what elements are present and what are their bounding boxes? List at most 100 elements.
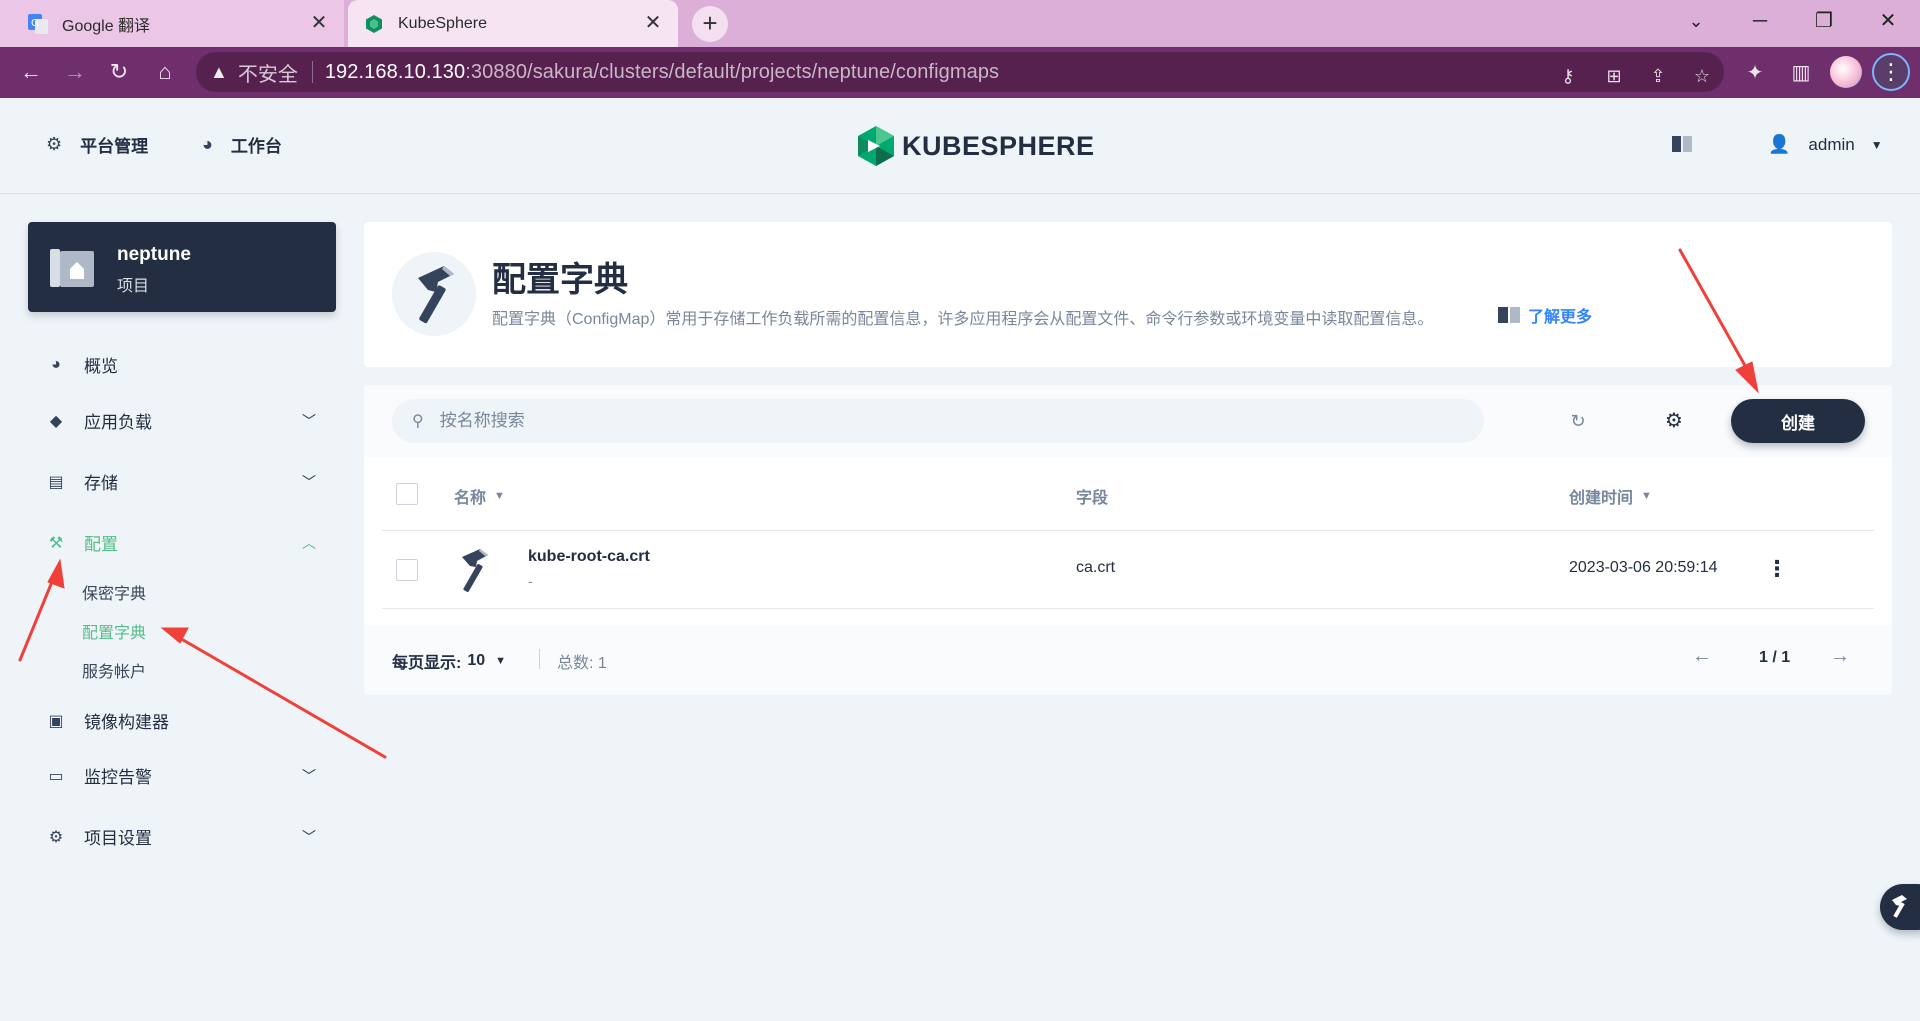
caret-down-icon: ▼ [495, 655, 507, 667]
close-window-button[interactable]: ✕ [1868, 6, 1908, 36]
sidebar-item-label: 镜像构建器 [84, 713, 169, 732]
sort-down-icon: ▼ [494, 490, 505, 502]
page-banner: 配置字典 配置字典（ConfigMap）常用于存储工作负载所需的配置信息，许多应… [364, 222, 1892, 367]
total-label: 总数: [557, 655, 594, 672]
security-status: 不安全 [237, 63, 298, 86]
chevron-down-icon: ﹀ [302, 473, 316, 490]
page-title: 配置字典 [492, 261, 628, 299]
configmap-created-time: 2023-03-06 20:59:14 [1569, 559, 1718, 576]
sidebar-item-label: 存储 [84, 474, 118, 493]
refresh-icon[interactable]: ↻ [1564, 407, 1592, 435]
home-icon[interactable]: ⌂ [150, 57, 180, 87]
learn-more-label: 了解更多 [1528, 309, 1593, 326]
sort-down-icon: ▼ [1641, 490, 1652, 502]
close-tab-icon[interactable]: ✕ [308, 12, 330, 34]
back-icon[interactable]: ← [16, 57, 46, 87]
sidebar-subitem-service-accounts[interactable]: 服务帐户 [82, 658, 146, 682]
chevron-up-icon: ︿ [302, 534, 316, 551]
sidebar-item-label: 应用负载 [84, 413, 152, 432]
create-button[interactable]: 创建 [1731, 399, 1865, 443]
sidepanel-icon[interactable]: ▥ [1786, 58, 1816, 88]
image-builder-icon: ▣ [48, 712, 64, 730]
project-card[interactable]: neptune 项目 [28, 222, 336, 312]
divider [311, 61, 313, 83]
settings-gear-icon[interactable]: ⚙ [1660, 407, 1688, 435]
sidebar-item-label: 概览 [84, 357, 118, 376]
prev-page-icon[interactable]: ← [1692, 645, 1712, 668]
sidebar-item-configuration[interactable]: ⚒ 配置 ︿ [46, 530, 316, 555]
annotation-arrowhead [47, 558, 65, 589]
annotation-arrow-config [18, 570, 58, 662]
page-indicator: 1 / 1 [1759, 649, 1791, 666]
layers-icon: ◆ [49, 412, 63, 430]
star-icon[interactable]: ☆ [1688, 62, 1716, 90]
browser-toolbar: ← → ↻ ⌂ ▲ 不安全 192.168.10.130:30880/sakur… [0, 47, 1920, 98]
sidebar-subitem-configmaps[interactable]: 配置字典 [82, 619, 146, 643]
hammer-icon: ⚒ [48, 534, 64, 552]
sidebar-item-overview[interactable]: ◕ 概览 [46, 352, 316, 377]
monitor-icon: ▭ [48, 767, 64, 785]
minimize-button[interactable]: ─ [1740, 6, 1780, 36]
total-count: 总数: 1 [557, 649, 607, 673]
workbench-link[interactable]: ◕ 工作台 [202, 132, 282, 157]
page-description: 配置字典（ConfigMap）常用于存储工作负载所需的配置信息，许多应用程序会从… [492, 311, 1434, 328]
sidebar-item-label: 监控告警 [84, 768, 152, 787]
page-size-label: 每页显示: [392, 655, 462, 672]
next-page-icon[interactable]: → [1830, 645, 1850, 668]
project-icon [50, 249, 94, 287]
gear-icon: ⚙ [48, 828, 64, 846]
reload-icon[interactable]: ↻ [104, 57, 134, 87]
tab-search-icon[interactable]: ⌄ [1676, 6, 1716, 36]
more-actions-icon[interactable]: ⋮ [1766, 555, 1788, 583]
logo-text: KUBESPHERE [902, 130, 1095, 161]
address-bar[interactable]: ▲ 不安全 192.168.10.130:30880/sakura/cluste… [196, 52, 1724, 92]
sidebar-item-label: 项目设置 [84, 829, 152, 848]
sidebar-item-storage[interactable]: ▤ 存储 ﹀ [46, 469, 316, 494]
column-label: 名称 [454, 490, 487, 507]
table-row[interactable]: kube-root-ca.crt - ca.crt 2023-03-06 20:… [382, 531, 1874, 609]
sidebar-subitem-secrets[interactable]: 保密字典 [82, 580, 146, 604]
platform-management-link[interactable]: ⚙ 平台管理 [46, 132, 148, 157]
extensions-icon[interactable]: ✦ [1740, 58, 1770, 88]
sidebar-item-workloads[interactable]: ◆ 应用负载 ﹀ [46, 408, 316, 433]
sidebar-item-label: 配置 [84, 535, 118, 554]
tab-kubesphere[interactable]: KubeSphere ✕ [348, 0, 678, 47]
sidebar-item-project-settings[interactable]: ⚙ 项目设置 ﹀ [46, 824, 316, 849]
caret-down-icon: ▼ [1870, 137, 1883, 152]
close-tab-icon[interactable]: ✕ [642, 12, 664, 34]
forward-icon[interactable]: → [60, 57, 90, 87]
select-all-checkbox[interactable] [396, 483, 418, 505]
tab-title: KubeSphere [398, 14, 487, 32]
toolbox-float-button[interactable] [1880, 884, 1920, 930]
search-box[interactable]: ⚲ [392, 399, 1484, 443]
translate-icon[interactable]: ⊞ [1600, 62, 1628, 90]
search-input[interactable] [439, 411, 1440, 431]
column-header-created[interactable]: 创建时间 ▼ [1569, 484, 1652, 508]
chevron-down-icon: ﹀ [302, 767, 316, 784]
kubesphere-logo[interactable]: KUBESPHERE [858, 126, 1095, 166]
configmap-name-link[interactable]: kube-root-ca.crt [528, 548, 650, 566]
page-size-select[interactable]: 每页显示: 10 ▼ [392, 649, 506, 673]
google-translate-favicon-icon: G [28, 13, 48, 34]
browser-tab-strip: G Google 翻译 ✕ KubeSphere ✕ + ⌄ ─ ❐ ✕ [0, 0, 1920, 47]
documentation-icon[interactable] [1672, 136, 1692, 152]
database-icon: ▤ [48, 473, 64, 491]
new-tab-button[interactable]: + [692, 6, 728, 42]
key-icon[interactable]: ⚷ [1554, 62, 1582, 90]
column-header-name[interactable]: 名称 ▼ [454, 484, 505, 508]
tab-google-translate[interactable]: G Google 翻译 ✕ [0, 0, 344, 47]
menu-icon[interactable]: ⋮ [1872, 53, 1910, 91]
maximize-button[interactable]: ❐ [1804, 6, 1844, 36]
share-icon[interactable]: ⇪ [1644, 62, 1672, 90]
sidebar-item-image-builder[interactable]: ▣ 镜像构建器 [46, 708, 316, 733]
profile-avatar[interactable] [1830, 56, 1862, 88]
learn-more-link[interactable]: 了解更多 [1498, 303, 1592, 327]
user-menu[interactable]: 👤 admin ▼ [1768, 134, 1883, 155]
row-checkbox[interactable] [396, 559, 418, 581]
sidebar-item-monitoring[interactable]: ▭ 监控告警 ﹀ [46, 763, 316, 788]
annotation-arrowhead [160, 627, 189, 644]
url-text: 192.168.10.130:30880/sakura/clusters/def… [325, 61, 999, 84]
chevron-down-icon: ﹀ [302, 412, 316, 429]
dashboard-icon: ◕ [202, 134, 213, 154]
warning-icon: ▲ [210, 61, 228, 82]
